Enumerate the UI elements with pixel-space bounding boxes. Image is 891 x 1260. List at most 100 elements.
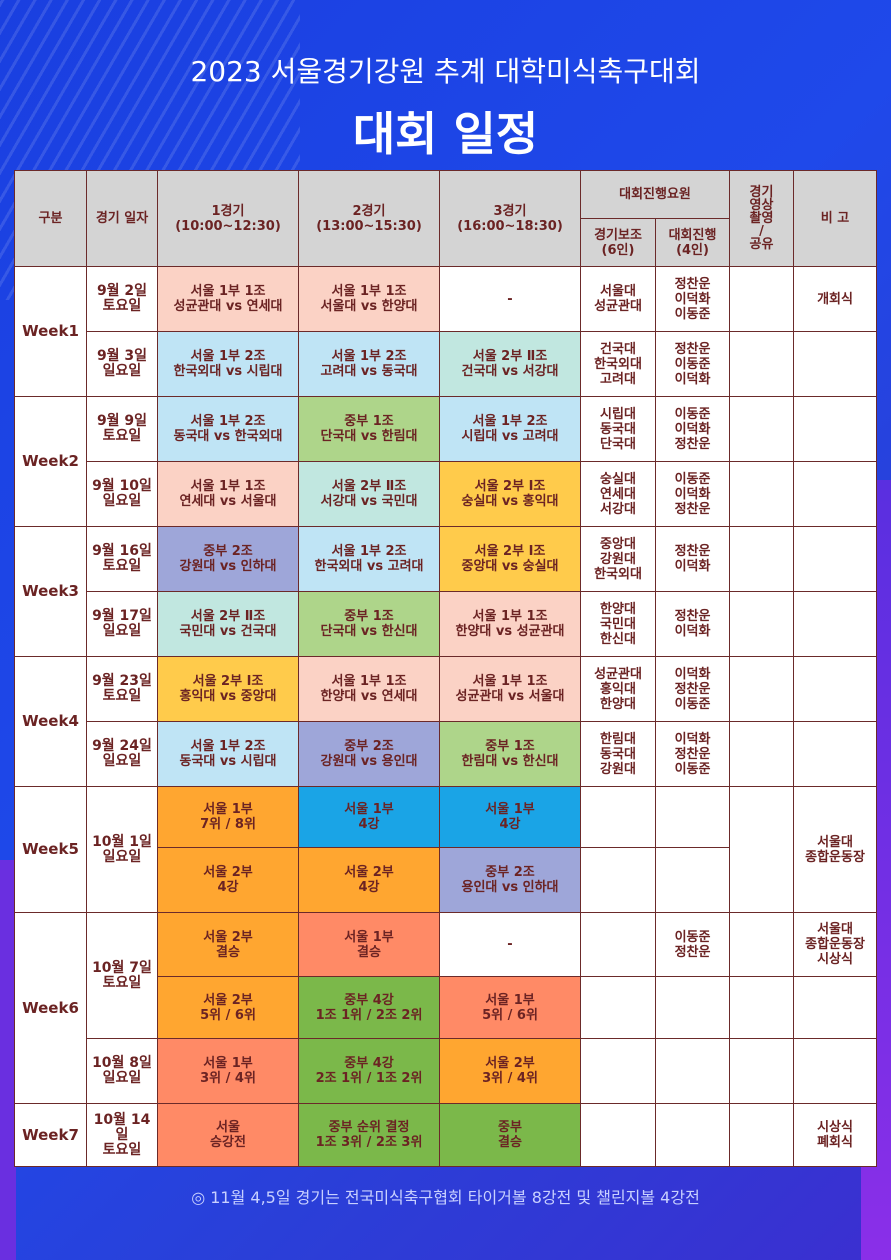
week-label: Week3 bbox=[14, 526, 87, 657]
progress-cell: 이동준 정찬운 bbox=[654, 912, 731, 977]
video-cell bbox=[729, 396, 795, 462]
header-note: 비 고 bbox=[793, 170, 878, 267]
game-cell: 중부 순위 결정 1조 3위 / 2조 3위 bbox=[298, 1103, 440, 1167]
game-cell: 서울 1부 2조 한국외대 vs 시립대 bbox=[157, 331, 299, 397]
progress-cell: 이동준 이덕화 정찬운 bbox=[654, 396, 731, 462]
date-cell: 10월 8일 일요일 bbox=[86, 1038, 158, 1104]
week-label: Week7 bbox=[14, 1103, 87, 1167]
assist-cell: 서울대 성균관대 bbox=[580, 266, 656, 332]
game-cell: 서울 1부 4강 bbox=[439, 786, 581, 848]
game-cell: 중부 4강 1조 1위 / 2조 2위 bbox=[298, 976, 440, 1039]
progress-cell: 정찬운 이덕화 이동준 bbox=[654, 266, 731, 332]
game-cell: 서울 2부 5위 / 6위 bbox=[157, 976, 299, 1039]
game-cell: 서울 1부 결승 bbox=[298, 912, 440, 977]
header-game2: 2경기 (13:00~15:30) bbox=[298, 170, 440, 267]
game-cell: 서울 2부 Ⅰ조 숭실대 vs 홍익대 bbox=[439, 461, 581, 527]
game-cell: 서울 1부 1조 연세대 vs 서울대 bbox=[157, 461, 299, 527]
video-cell bbox=[729, 331, 795, 397]
assist-cell: 시립대 동국대 단국대 bbox=[580, 396, 656, 462]
assist-cell: 성균관대 홍익대 한양대 bbox=[580, 656, 656, 722]
game-cell: 중부 4강 2조 1위 / 1조 2위 bbox=[298, 1038, 440, 1104]
game-cell: 서울 2부 Ⅰ조 중앙대 vs 숭실대 bbox=[439, 526, 581, 592]
video-cell bbox=[729, 526, 795, 592]
assist-cell: 한양대 국민대 한신대 bbox=[580, 591, 656, 657]
assist-cell bbox=[580, 786, 656, 848]
game-cell: 서울 1부 2조 동국대 vs 시립대 bbox=[157, 721, 299, 787]
note-cell bbox=[793, 976, 878, 1039]
video-cell bbox=[729, 656, 795, 722]
game-cell: 중부 2조 강원대 vs 용인대 bbox=[298, 721, 440, 787]
game-cell: 서울 1부 2조 고려대 vs 동국대 bbox=[298, 331, 440, 397]
week-label: Week6 bbox=[14, 912, 87, 1104]
date-cell: 9월 17일 일요일 bbox=[86, 591, 158, 657]
assist-cell: 숭실대 연세대 서강대 bbox=[580, 461, 656, 527]
note-cell bbox=[793, 591, 878, 657]
progress-cell bbox=[654, 976, 731, 1039]
footer-note: ◎ 11월 4,5일 경기는 전국미식축구협회 타이거볼 8강전 및 챌린지볼 … bbox=[191, 1188, 700, 1207]
progress-cell: 이동준 이덕화 정찬운 bbox=[654, 461, 731, 527]
game-cell: 서울 1부 1조 한양대 vs 연세대 bbox=[298, 656, 440, 722]
game-cell: 서울 2부 Ⅱ조 건국대 vs 서강대 bbox=[439, 331, 581, 397]
progress-cell bbox=[654, 1103, 731, 1167]
game-cell: 중부 1조 한림대 vs 한신대 bbox=[439, 721, 581, 787]
game-cell: 서울 1부 2조 한국외대 vs 고려대 bbox=[298, 526, 440, 592]
game-cell: - bbox=[439, 912, 581, 977]
header-category: 구분 bbox=[14, 170, 87, 267]
game-cell: 서울 1부 1조 성균관대 vs 연세대 bbox=[157, 266, 299, 332]
note-cell: 개회식 bbox=[793, 266, 878, 332]
progress-cell: 이덕화 정찬운 이동준 bbox=[654, 656, 731, 722]
game-cell: 서울 1부 2조 시립대 vs 고려대 bbox=[439, 396, 581, 462]
assist-cell bbox=[580, 1103, 656, 1167]
game-cell: 서울 1부 1조 한양대 vs 성균관대 bbox=[439, 591, 581, 657]
date-cell: 9월 10일 일요일 bbox=[86, 461, 158, 527]
assist-cell bbox=[580, 912, 656, 977]
game-cell: 중부 결승 bbox=[439, 1103, 581, 1167]
week-label: Week5 bbox=[14, 786, 87, 913]
week-label: Week4 bbox=[14, 656, 87, 787]
header-assist: 경기보조 (6인) bbox=[580, 218, 656, 267]
date-cell: 9월 2일 토요일 bbox=[86, 266, 158, 332]
game-cell: 중부 1조 단국대 vs 한림대 bbox=[298, 396, 440, 462]
game-cell: 서울 2부 결승 bbox=[157, 912, 299, 977]
progress-cell: 정찬운 이덕화 bbox=[654, 526, 731, 592]
game-cell: 중부 2조 용인대 vs 인하대 bbox=[439, 847, 581, 913]
game-cell: 서울 1부 4강 bbox=[298, 786, 440, 848]
progress-cell bbox=[654, 847, 731, 913]
page-title: 대회 일정 bbox=[352, 107, 539, 161]
date-cell: 9월 16일 토요일 bbox=[86, 526, 158, 592]
progress-cell bbox=[654, 786, 731, 848]
video-cell bbox=[729, 461, 795, 527]
date-cell: 9월 24일 일요일 bbox=[86, 721, 158, 787]
game-cell: 서울 1부 2조 동국대 vs 한국외대 bbox=[157, 396, 299, 462]
week-label: Week1 bbox=[14, 266, 87, 397]
assist-cell bbox=[580, 847, 656, 913]
game-cell: 서울 2부 4강 bbox=[298, 847, 440, 913]
video-cell bbox=[729, 266, 795, 332]
note-cell bbox=[793, 331, 878, 397]
assist-cell: 중앙대 강원대 한국외대 bbox=[580, 526, 656, 592]
progress-cell: 이덕화 정찬운 이동준 bbox=[654, 721, 731, 787]
assist-cell bbox=[580, 976, 656, 1039]
game-cell: 중부 2조 강원대 vs 인하대 bbox=[157, 526, 299, 592]
header-game1: 1경기 (10:00~12:30) bbox=[157, 170, 299, 267]
assist-cell bbox=[580, 1038, 656, 1104]
note-cell bbox=[793, 1038, 878, 1104]
date-cell: 9월 9일 토요일 bbox=[86, 396, 158, 462]
video-cell bbox=[729, 1103, 795, 1167]
note-cell: 시상식 폐회식 bbox=[793, 1103, 878, 1167]
date-cell: 10월 14 일 토요일 bbox=[86, 1103, 158, 1167]
video-cell bbox=[729, 976, 795, 1039]
note-cell bbox=[793, 656, 878, 722]
page-subtitle: 2023 서울경기강원 추계 대학미식축구대회 bbox=[190, 55, 701, 88]
game-cell: - bbox=[439, 266, 581, 332]
game-cell: 서울 승강전 bbox=[157, 1103, 299, 1167]
assist-cell: 한림대 동국대 강원대 bbox=[580, 721, 656, 787]
header-game3: 3경기 (16:00~18:30) bbox=[439, 170, 581, 267]
note-cell: 서울대 종합운동장 bbox=[793, 786, 878, 913]
date-cell: 9월 23일 토요일 bbox=[86, 656, 158, 722]
game-cell: 서울 1부 1조 서울대 vs 한양대 bbox=[298, 266, 440, 332]
game-cell: 서울 2부 Ⅰ조 홍익대 vs 중앙대 bbox=[157, 656, 299, 722]
schedule-table: 구분 경기 일자 1경기 (10:00~12:30) 2경기 (13:00~15… bbox=[14, 170, 878, 1167]
note-cell: 서울대 종합운동장 시상식 bbox=[793, 912, 878, 977]
header-progress: 대회진행 (4인) bbox=[654, 218, 731, 267]
